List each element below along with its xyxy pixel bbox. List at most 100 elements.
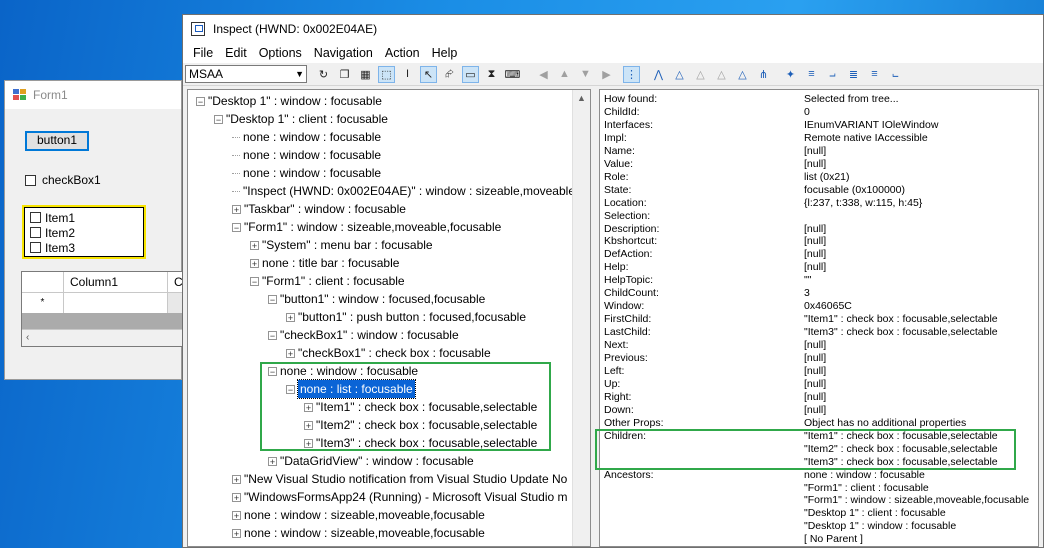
tree-node[interactable]: + "Item3" : check box : focusable,selecta… [304,434,537,452]
menu-help[interactable]: Help [426,46,464,60]
tree-node[interactable]: none : window : focusable [232,146,381,164]
show-keyboard-icon[interactable]: ⌨ [504,66,521,83]
property-row[interactable]: Window: 0x46065C [604,300,1038,313]
tree-node[interactable]: + "Item2" : check box : focusable,selecta… [304,416,537,434]
tree-node[interactable]: − "button1" : window : focused,focusable [268,290,485,308]
property-row[interactable]: Ancestors: none : window : focusable [604,469,1038,482]
expand-icon[interactable]: + [304,438,313,448]
property-row[interactable]: [ No Parent ] [604,533,1038,546]
inspect-titlebar[interactable]: Inspect (HWND: 0x002E04AE) [183,15,1043,43]
property-row[interactable]: Value: [null] [604,158,1038,171]
expand-icon[interactable]: + [232,492,241,502]
property-row[interactable]: DefAction: [null] [604,248,1038,261]
property-row[interactable]: Next: [null] [604,339,1038,352]
expand-icon[interactable]: + [232,474,241,484]
copy-icon[interactable]: ❐ [336,66,353,83]
property-row[interactable]: Interfaces: IEnumVARIANT IOleWindow [604,119,1038,132]
tree-node[interactable]: + "checkBox1" : check box : focusable [286,344,491,362]
tree-node[interactable]: − "checkBox1" : window : focusable [268,326,459,344]
tree-node[interactable]: − none : list : focusable [286,379,416,399]
pane-splitter[interactable] [591,89,599,547]
property-row[interactable]: Selection: [604,210,1038,223]
list-item[interactable]: Item3 [30,240,144,255]
tree-node[interactable]: + none : title bar : focusable [250,254,399,272]
expand-icon[interactable]: + [232,547,241,548]
list-item[interactable]: Item1 [30,210,144,225]
scroll-left-icon[interactable]: ‹ [26,330,29,346]
extend-selection-icon[interactable]: ≣ [845,66,862,83]
watch-focus-icon[interactable]: ⬚ [378,65,395,83]
tree-node[interactable]: − "Desktop 1" : window : focusable [196,92,382,110]
tree-node[interactable]: +none : window : sizeable,moveable,focus… [232,524,485,542]
expand-icon[interactable]: + [304,420,313,430]
parent-icon[interactable]: ⋀ [650,66,667,83]
list-item[interactable]: Item2 [30,225,144,240]
properties-icon[interactable]: ▦ [357,66,374,83]
expand-icon[interactable]: + [286,348,295,358]
property-row[interactable]: State: focusable (0x100000) [604,184,1038,197]
property-row[interactable]: "Item3" : check box : focusable,selectab… [604,456,1038,469]
collapse-icon[interactable]: − [286,384,295,394]
grid-new-row[interactable]: * [22,293,184,313]
refresh-icon[interactable]: ↻ [315,66,332,83]
tree-node[interactable]: + "DataGridView" : window : focusable [268,452,474,470]
collapse-icon[interactable]: − [196,96,205,106]
tree-node[interactable]: − "Desktop 1" : client : focusable [214,110,388,128]
property-row[interactable]: Other Props: Object has no additional pro… [604,417,1038,430]
grid-column-header[interactable]: Column1 [64,272,168,292]
expand-icon[interactable]: + [232,510,241,520]
property-row[interactable]: "Desktop 1" : window : focusable [604,520,1038,533]
tree-node[interactable]: − "Form1" : window : sizeable,moveable,fo… [232,218,501,236]
property-row[interactable]: How found: Selected from tree... [604,93,1038,106]
tree-node[interactable]: +none : window : sizeable,moveable,focus… [232,542,485,548]
property-row[interactable]: "Form1" : window : sizeable,moveable,foc… [604,494,1038,507]
property-row[interactable]: Role: list (0x21) [604,171,1038,184]
previous-sibling-icon[interactable]: △ [692,66,709,83]
tree-vertical-scrollbar[interactable]: ▲ [572,90,590,546]
expand-icon[interactable]: + [268,456,277,466]
remove-selection-icon[interactable]: ⨽ [887,66,904,83]
property-row[interactable]: LastChild: "Item3" : check box : focusabl… [604,326,1038,339]
grid-cell[interactable] [64,293,168,313]
first-child-icon[interactable]: △ [671,66,688,83]
expand-icon[interactable]: + [304,402,313,412]
form1-titlebar[interactable]: Form1 [5,81,181,109]
scroll-up-icon[interactable]: ▲ [573,90,590,106]
take-focus-icon[interactable]: ⨼ [824,66,841,83]
property-row[interactable]: Left: [null] [604,365,1038,378]
tree-node[interactable]: none : window : focusable [232,164,381,182]
menu-file[interactable]: File [187,46,219,60]
collapse-icon[interactable]: − [214,114,223,124]
property-row[interactable]: ChildCount: 3 [604,287,1038,300]
property-row[interactable]: Down: [null] [604,404,1038,417]
tree-node[interactable]: + "button1" : push button : focused,focus… [286,308,526,326]
navigate-down-icon[interactable]: ▼ [577,66,594,83]
checkbox1[interactable]: checkBox1 [25,173,101,187]
property-row[interactable]: Children: "Item1" : check box : focusable… [604,430,1038,443]
menu-options[interactable]: Options [253,46,308,60]
property-row[interactable]: Previous: [null] [604,352,1038,365]
properties-pane[interactable]: How found: Selected from tree... ChildId: 0… [599,89,1039,547]
watch-caret-icon[interactable]: I [399,66,416,83]
watch-tooltip-icon[interactable]: ⮳ [441,66,458,83]
collapse-icon[interactable]: − [268,330,277,340]
property-row[interactable]: Up: [null] [604,378,1038,391]
menu-navigation[interactable]: Navigation [308,46,379,60]
checked-list-box[interactable]: Item1 Item2 Item3 [22,205,146,259]
expand-icon[interactable]: + [232,528,241,538]
property-row[interactable]: Help: [null] [604,261,1038,274]
watch-cursor-icon[interactable]: ↖ [420,65,437,83]
tree-node[interactable]: + "System" : menu bar : focusable [250,236,433,254]
mode-dropdown[interactable]: MSAA ▼ [185,65,307,83]
menu-action[interactable]: Action [379,46,426,60]
navigate-forward-icon[interactable]: ▶ [598,66,615,83]
menu-edit[interactable]: Edit [219,46,253,60]
tree-node[interactable]: + "Item1" : check box : focusable,selecta… [304,398,537,416]
data-grid-view[interactable]: Column1 Co * ‹ [21,271,189,347]
last-child-icon[interactable]: △ [734,66,751,83]
tree-node[interactable]: none : window : focusable [232,128,381,146]
navigate-up-icon[interactable]: ▲ [556,66,573,83]
add-selection-icon[interactable]: ≡ [866,66,883,83]
show-highlight-icon[interactable]: ▭ [462,65,479,83]
expand-icon[interactable]: + [250,240,259,250]
